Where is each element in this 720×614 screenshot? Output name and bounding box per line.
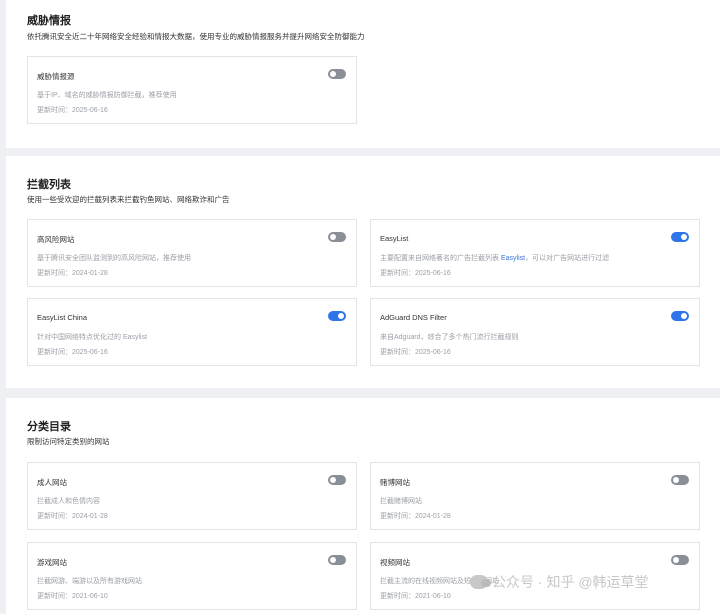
toggle-knob <box>673 557 679 563</box>
card-update-time: 更新时间：2025-06-16 <box>380 270 451 277</box>
card-update-time: 更新时间：2025-06-16 <box>37 349 108 356</box>
card-name: AdGuard DNS Filter <box>380 313 447 322</box>
card-update-time: 更新时间：2021-06-10 <box>380 593 451 600</box>
adguard-toggle[interactable] <box>671 311 689 321</box>
card-name: EasyList China <box>37 313 88 322</box>
video-toggle[interactable] <box>671 555 689 565</box>
toggle-knob <box>338 313 344 319</box>
adult-toggle[interactable] <box>328 475 346 485</box>
toggle-knob <box>681 313 687 319</box>
easylist-link[interactable]: Easylist <box>501 255 525 262</box>
card-name: EasyList <box>380 234 409 243</box>
card-description: 针对中国网络特点优化过的 Easylist <box>37 334 148 341</box>
toggle-knob <box>330 71 336 77</box>
toggle-knob <box>330 477 336 483</box>
card-update-time: 更新时间：2024-01-28 <box>37 270 108 277</box>
toggle-knob <box>681 234 687 240</box>
desc-text: 主要配置来自网络著名的广告拦截列表 <box>380 255 501 262</box>
high-risk-toggle[interactable] <box>328 232 346 242</box>
card-name: 威胁情报源 <box>37 72 75 81</box>
easylist-toggle[interactable] <box>671 232 689 242</box>
easylist-china-toggle[interactable] <box>328 311 346 321</box>
card-easylist: EasyList 主要配置来自网络著名的广告拦截列表 Easylist，可以对广… <box>370 219 700 287</box>
watermark: 公众号 · 知乎 @韩运草堂 <box>470 572 649 592</box>
card-description: 拦截赌博网站 <box>380 498 422 505</box>
section-description: 依托腾讯安全近二十年网络安全经验和情报大数据，使用专业的威胁情报服务并提升网络安… <box>27 32 365 41</box>
card-name: 赌博网站 <box>380 478 410 487</box>
card-update-time: 更新时间：2021-06-10 <box>37 593 108 600</box>
card-easylist-china: EasyList China 针对中国网络特点优化过的 Easylist 更新时… <box>27 298 357 366</box>
block-lists-section: 拦截列表 使用一些受欢迎的拦截列表来拦截钓鱼网站、网络欺诈和广告 高风险网站 基… <box>6 156 720 388</box>
card-adguard-dns-filter: AdGuard DNS Filter 来自Adguard，综合了多个热门流行拦截… <box>370 298 700 366</box>
section-title: 拦截列表 <box>27 179 71 191</box>
card-update-time: 更新时间：2025-06-16 <box>37 107 108 114</box>
card-description: 基于腾讯安全团队监测到的高风险网站，推荐使用 <box>37 255 191 262</box>
threat-intel-section: 威胁情报 依托腾讯安全近二十年网络安全经验和情报大数据，使用专业的威胁情报服务并… <box>6 0 720 148</box>
card-description: 拦截成人和色情内容 <box>37 498 100 505</box>
section-title: 威胁情报 <box>27 15 71 27</box>
card-name: 视频网站 <box>380 558 410 567</box>
card-update-time: 更新时间：2024-01-28 <box>380 513 451 520</box>
card-description: 拦截网游、端游以及所有游戏网站 <box>37 578 142 585</box>
card-name: 游戏网站 <box>37 558 67 567</box>
card-update-time: 更新时间：2024-01-28 <box>37 513 108 520</box>
card-adult-sites: 成人网站 拦截成人和色情内容 更新时间：2024-01-28 <box>27 462 357 530</box>
card-threat-intel-source: 威胁情报源 基于IP、域名的威胁情报防御拦截，推荐使用 更新时间：2025-06… <box>27 56 357 124</box>
card-description: 主要配置来自网络著名的广告拦截列表 Easylist，可以对广告网站进行过滤 <box>380 253 609 263</box>
desc-text: ，可以对广告网站进行过滤 <box>525 255 610 262</box>
gambling-toggle[interactable] <box>671 475 689 485</box>
section-description: 使用一些受欢迎的拦截列表来拦截钓鱼网站、网络欺诈和广告 <box>27 195 230 204</box>
toggle-knob <box>330 557 336 563</box>
card-name: 高风险网站 <box>37 235 75 244</box>
section-description: 限制访问特定类别的网站 <box>27 437 110 446</box>
card-gambling-sites: 赌博网站 拦截赌博网站 更新时间：2024-01-28 <box>370 462 700 530</box>
gaming-toggle[interactable] <box>328 555 346 565</box>
threat-intel-toggle[interactable] <box>328 69 346 79</box>
card-description: 基于IP、域名的威胁情报防御拦截，推荐使用 <box>37 92 177 99</box>
card-name: 成人网站 <box>37 478 67 487</box>
watermark-text: 公众号 · 知乎 @韩运草堂 <box>492 574 649 590</box>
card-high-risk-sites: 高风险网站 基于腾讯安全团队监测到的高风险网站，推荐使用 更新时间：2024-0… <box>27 219 357 287</box>
toggle-knob <box>673 477 679 483</box>
card-update-time: 更新时间：2025-06-16 <box>380 349 451 356</box>
wechat-logo-icon <box>470 575 491 589</box>
card-description: 来自Adguard，综合了多个热门流行拦截规则 <box>380 334 519 341</box>
card-gaming-sites: 游戏网站 拦截网游、端游以及所有游戏网站 更新时间：2021-06-10 <box>27 542 357 610</box>
toggle-knob <box>330 234 336 240</box>
section-title: 分类目录 <box>27 421 71 433</box>
